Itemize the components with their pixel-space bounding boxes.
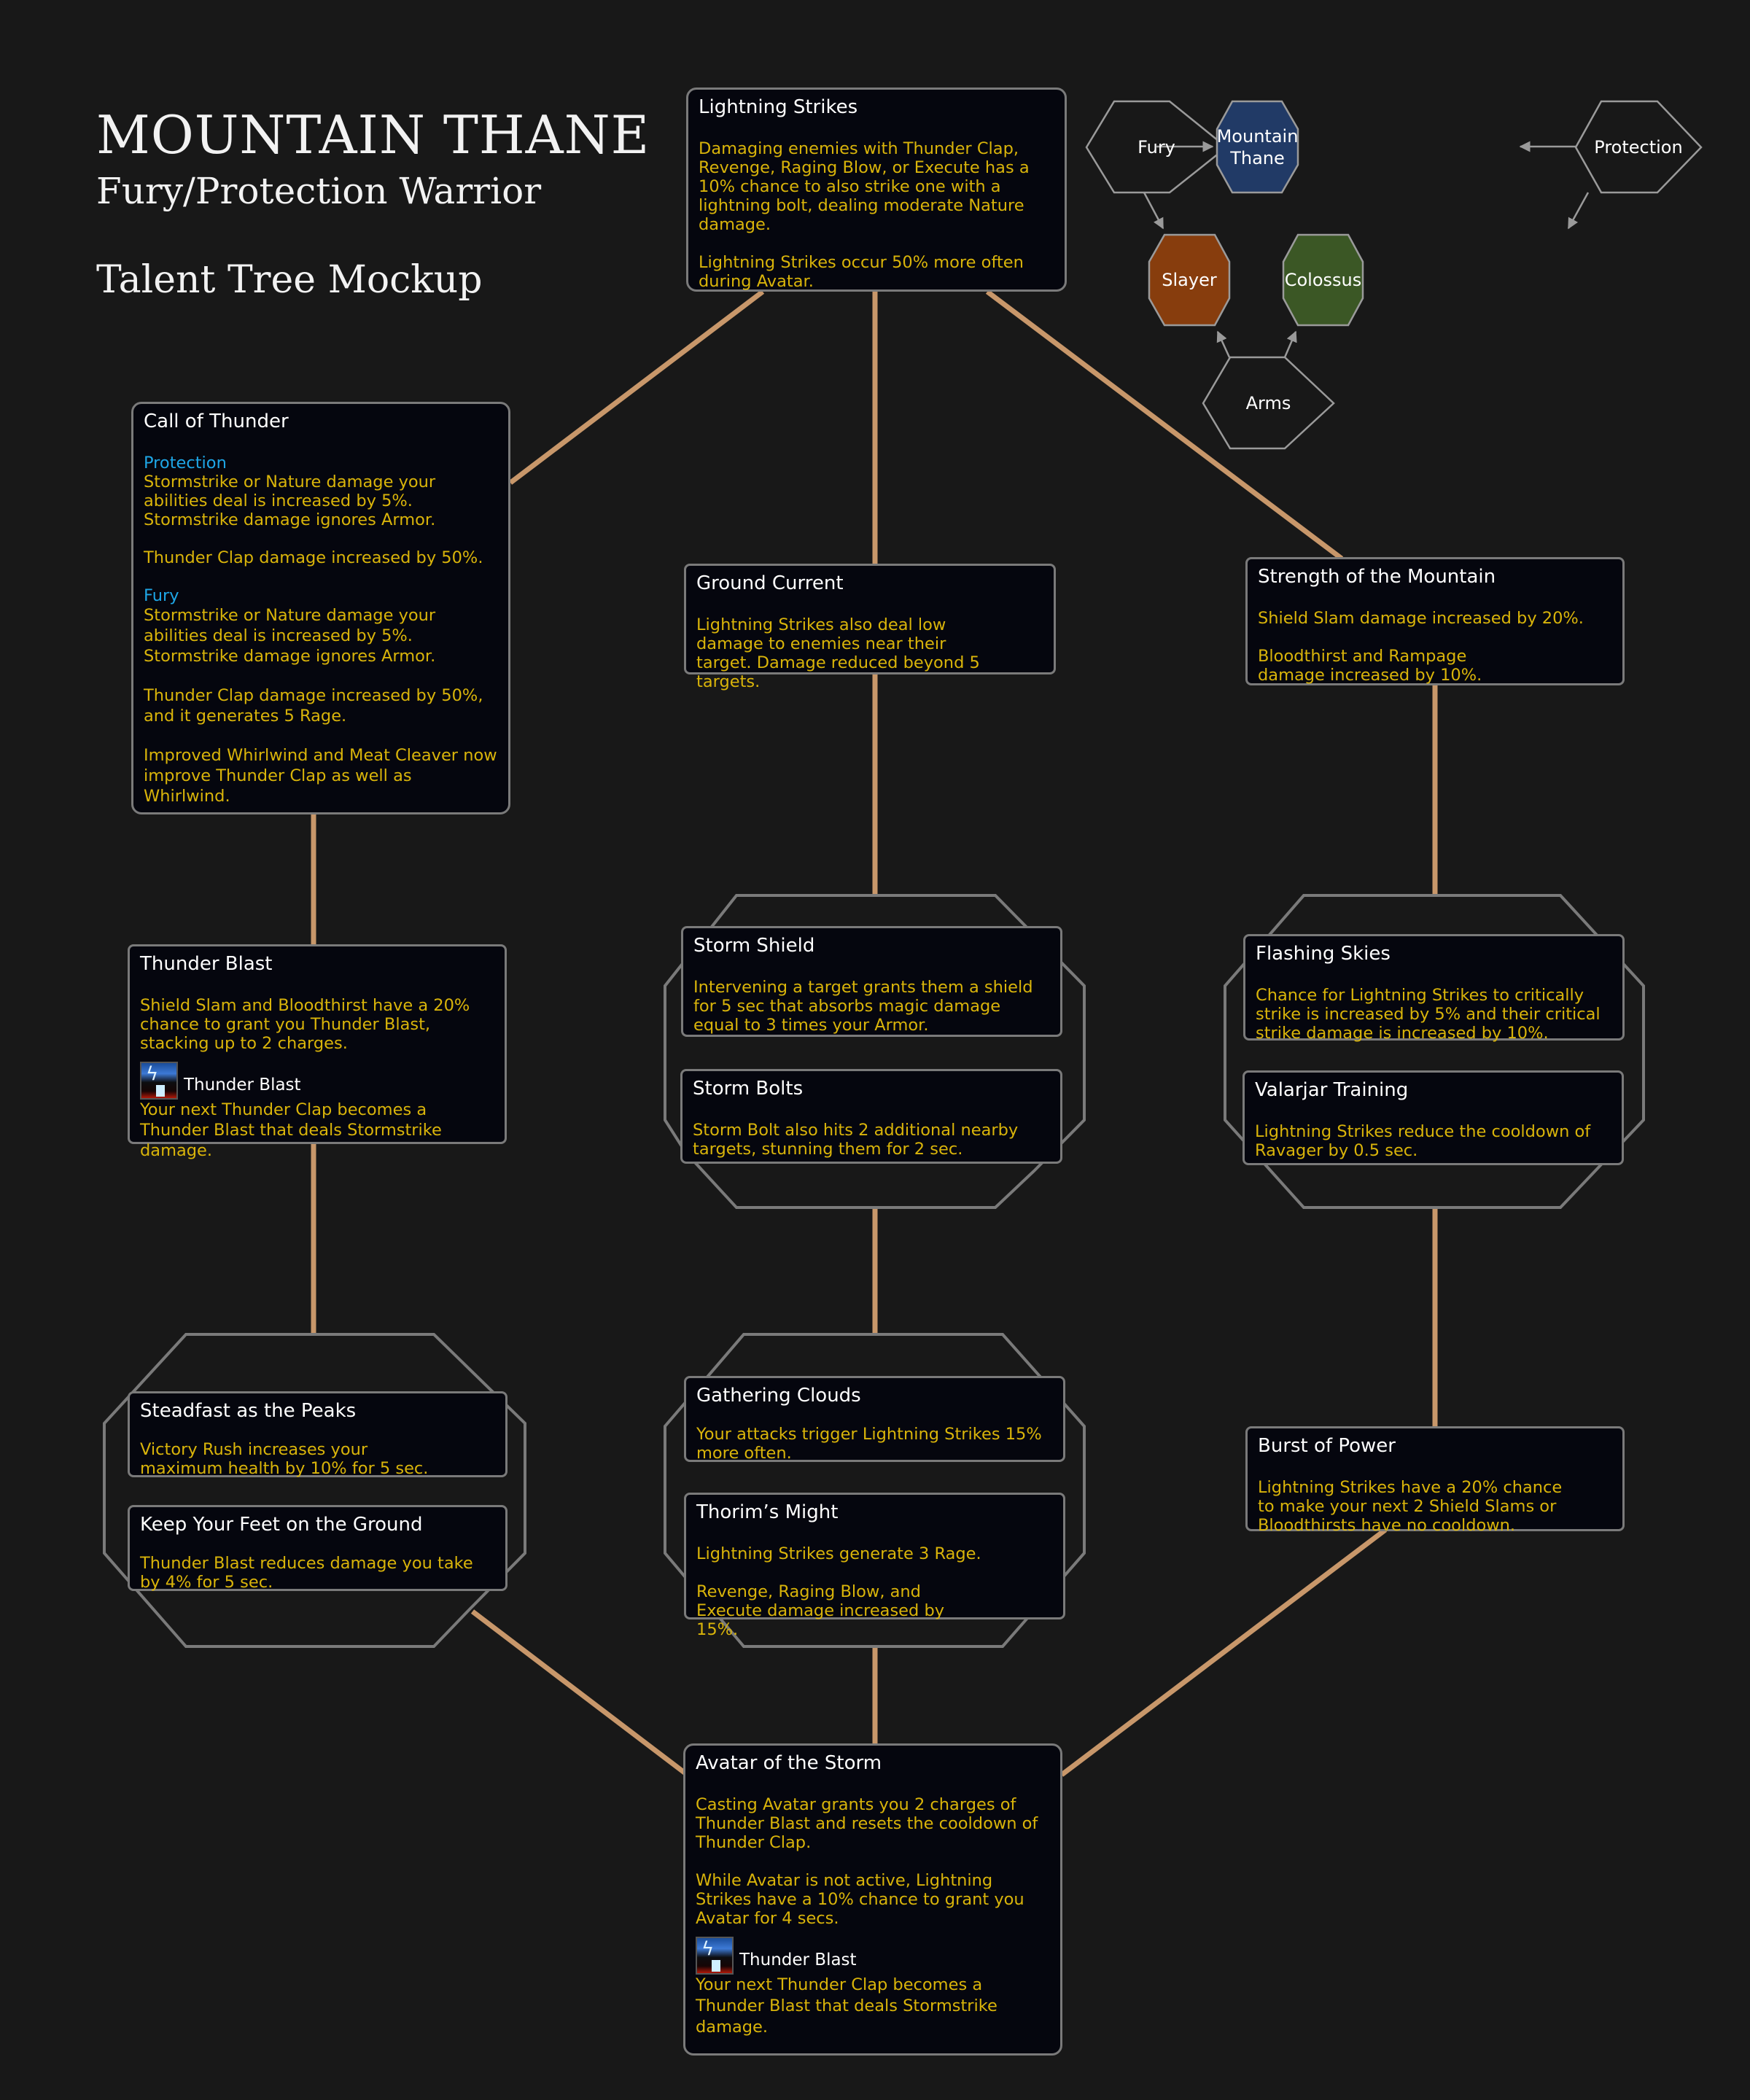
spec-node-colossus-label: Colossus (1284, 270, 1362, 290)
talent-name: Call of Thunder (144, 411, 289, 432)
spec-node-slayer-label: Slayer (1162, 270, 1217, 290)
talent-lightning-strikes[interactable]: Lightning Strikes Damaging enemies with … (686, 88, 1067, 292)
header: MOUNTAIN THANE Fury/Protection Warrior T… (96, 102, 650, 303)
talent-description: Lightning Strikes reduce the cooldown of… (1255, 1122, 1591, 1160)
talent-steadfast-as-the-peaks[interactable]: Steadfast as the Peaks Victory Rush incr… (128, 1391, 508, 1478)
talent-description: Stormstrike or Nature damage your abilit… (144, 472, 436, 529)
spec-node-protection[interactable]: Protection (1576, 101, 1701, 192)
spec-node-mountain-thane[interactable]: Mountain Thane (1216, 101, 1299, 192)
granted-ability-name: Thunder Blast (184, 1076, 301, 1094)
spec-node-arms[interactable]: Arms (1203, 357, 1334, 448)
spec-node-arms-label: Arms (1245, 392, 1291, 413)
talent-description: Thunder Blast reduces damage you take by… (140, 1554, 473, 1592)
thunder-blast-icon: ϟ (140, 1062, 178, 1100)
talent-name: Avatar of the Storm (696, 1752, 882, 1774)
choice-node-steadfast-frame (103, 1333, 526, 1648)
talent-thorims-might[interactable]: Thorim’s Might Lightning Strikes generat… (684, 1493, 1065, 1639)
thunder-blast-icon: ϟ (696, 1937, 734, 1975)
talent-description: Thunder Clap damage increased by 50%, an… (144, 686, 483, 726)
spec-label-protection: Protection (144, 454, 227, 472)
talent-strength-of-the-mountain[interactable]: Strength of the Mountain Shield Slam dam… (1245, 557, 1625, 685)
talent-valarjar-training[interactable]: Valarjar Training Lightning Strikes redu… (1242, 1070, 1624, 1165)
spec-node-slayer[interactable]: Slayer (1149, 235, 1229, 325)
talent-call-of-thunder[interactable]: Call of Thunder Protection Stormstrike o… (131, 402, 510, 814)
talent-name: Steadfast as the Peaks (140, 1400, 357, 1422)
talent-storm-bolts[interactable]: Storm Bolts Storm Bolt also hits 2 addit… (680, 1069, 1062, 1164)
granted-ability-description: Your next Thunder Clap becomes a Thunder… (140, 1100, 442, 1160)
talent-keep-your-feet-on-the-ground[interactable]: Keep Your Feet on the Ground Thunder Bla… (128, 1505, 508, 1592)
talent-description: While Avatar is not active, Lightning St… (696, 1871, 1024, 1928)
spec-node-mountain-thane-label-1: Mountain (1216, 125, 1299, 147)
spec-node-protection-label: Protection (1594, 136, 1683, 158)
talent-description: Revenge, Raging Blow, and Execute damage… (696, 1582, 945, 1639)
talent-name: Burst of Power (1258, 1435, 1396, 1457)
talent-name: Ground Current (696, 572, 844, 594)
talent-burst-of-power[interactable]: Burst of Power Lightning Strikes have a … (1245, 1426, 1625, 1535)
talent-name: Lightning Strikes (699, 96, 858, 118)
talent-description: Stormstrike or Nature damage your abilit… (144, 606, 436, 666)
granted-ability-description: Your next Thunder Clap becomes a Thunder… (696, 1975, 998, 2037)
connector-steadfast-to-avatar (470, 1609, 688, 1776)
page-title: MOUNTAIN THANE (96, 104, 650, 166)
talent-storm-shield[interactable]: Storm Shield Intervening a target grants… (681, 926, 1062, 1037)
talent-name: Strength of the Mountain (1258, 566, 1496, 588)
talent-name: Storm Shield (693, 935, 815, 957)
talent-description: Lightning Strikes generate 3 Rage. (696, 1544, 981, 1563)
talent-gathering-clouds[interactable]: Gathering Clouds Your attacks trigger Li… (684, 1376, 1065, 1463)
spec-node-fury-label: Fury (1138, 136, 1175, 158)
talent-description: Shield Slam damage increased by 20%. (1258, 609, 1584, 628)
talent-description: Chance for Lightning Strikes to critical… (1256, 986, 1601, 1043)
talent-description: Intervening a target grants them a shiel… (693, 978, 1033, 1035)
talent-description: Storm Bolt also hits 2 additional nearby… (693, 1121, 1019, 1159)
talent-description: Victory Rush increases your maximum heal… (140, 1440, 429, 1478)
connector-burst-to-avatar (1059, 1528, 1388, 1777)
talent-description: Bloodthirst and Rampage damage increased… (1258, 647, 1482, 685)
talent-name: Gathering Clouds (696, 1385, 861, 1407)
talent-thunder-blast[interactable]: Thunder Blast Shield Slam and Bloodthirs… (128, 944, 507, 1160)
page-subtitle: Fury/Protection Warrior (96, 170, 542, 212)
talent-name: Flashing Skies (1256, 943, 1391, 965)
talent-name: Storm Bolts (693, 1078, 804, 1100)
talent-description: Improved Whirlwind and Meat Cleaver now … (144, 746, 497, 806)
talent-description: Casting Avatar grants you 2 charges of T… (696, 1795, 1038, 1852)
talent-name: Keep Your Feet on the Ground (140, 1514, 423, 1536)
granted-ability: ϟ Thunder Blast (696, 1937, 1050, 1975)
talent-ground-current[interactable]: Ground Current Lightning Strikes also de… (684, 564, 1056, 691)
spec-node-mountain-thane-label-2: Thane (1230, 147, 1285, 168)
page-caption: Talent Tree Mockup (96, 258, 483, 302)
talent-description: Lightning Strikes also deal low damage t… (696, 615, 980, 691)
granted-ability: ϟ Thunder Blast (140, 1062, 494, 1100)
talent-description: Damaging enemies with Thunder Clap, Reve… (699, 139, 1030, 234)
granted-ability-name: Thunder Blast (739, 1951, 857, 1969)
talent-description: Shield Slam and Bloodthirst have a 20% c… (140, 996, 470, 1053)
spec-label-fury: Fury (144, 586, 179, 605)
talent-name: Thorim’s Might (696, 1501, 839, 1523)
talent-avatar-of-the-storm[interactable]: Avatar of the Storm Casting Avatar grant… (683, 1743, 1062, 2056)
talent-name: Valarjar Training (1255, 1079, 1409, 1101)
talent-description: Thunder Clap damage increased by 50%. (144, 548, 483, 567)
talent-description: Lightning Strikes have a 20% chance to m… (1258, 1478, 1563, 1535)
talent-description: Your attacks trigger Lightning Strikes 1… (696, 1425, 1042, 1463)
spec-node-colossus[interactable]: Colossus (1283, 235, 1363, 325)
spec-node-fury[interactable]: Fury (1086, 101, 1226, 192)
talent-description: Lightning Strikes occur 50% more often d… (699, 253, 1024, 291)
talent-flashing-skies[interactable]: Flashing Skies Chance for Lightning Stri… (1243, 934, 1625, 1043)
talent-name: Thunder Blast (140, 953, 273, 975)
